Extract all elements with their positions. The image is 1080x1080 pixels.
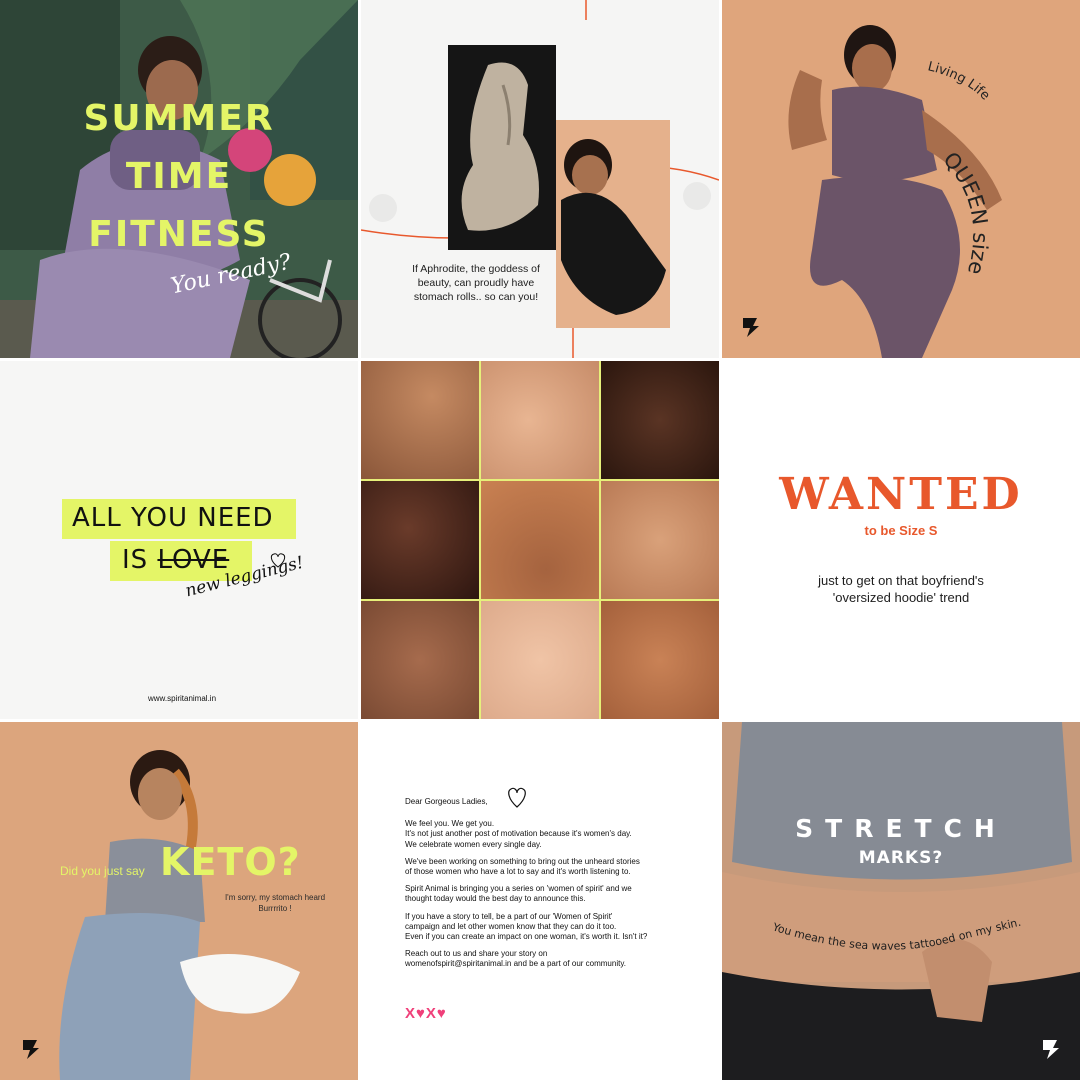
- post-skin-collage[interactable]: [361, 361, 719, 719]
- wanted-body-line1: just to get on that boyfriend's: [818, 573, 984, 588]
- love-line2: IS LOVE: [122, 545, 230, 575]
- statue-illustration: [448, 45, 556, 250]
- keto-note: I'm sorry, my stomach heard Burrrrito !: [224, 893, 326, 913]
- letter-body: Dear Gorgeous Ladies, We feel you. We ge…: [405, 797, 705, 977]
- stretch-curved-text: You mean the sea waves tattooed on my sk…: [770, 916, 1022, 953]
- letter-para-3: Spirit Animal is bringing you a series o…: [405, 884, 632, 904]
- website-url[interactable]: www.spiritanimal.in: [148, 694, 216, 703]
- queen-text-top: Living Life: [926, 60, 992, 103]
- post-wanted[interactable]: WANTED to be Size S just to get on that …: [722, 361, 1080, 719]
- wanted-body-line2: 'oversized hoodie' trend: [832, 590, 970, 605]
- skin-tile-1: [361, 361, 479, 479]
- woman-photo-aphrodite: [556, 120, 670, 328]
- skin-tile-2: [481, 361, 599, 479]
- skin-tile-6: [601, 481, 719, 599]
- letter-para-4: If you have a story to tell, be a part o…: [405, 911, 648, 942]
- keto-title: KETO?: [160, 840, 301, 884]
- skin-tile-4: [361, 481, 479, 599]
- svg-text:You mean the sea waves tattooe: You mean the sea waves tattooed on my sk…: [770, 916, 1022, 953]
- letter-para-5: Reach out to us and share your story on …: [405, 949, 626, 969]
- queen-curved-text: Living Life QUEEN size: [926, 60, 993, 277]
- letter-para-1: We feel you. We get you. It's not just a…: [405, 819, 632, 849]
- wanted-title: WANTED: [779, 469, 1023, 520]
- post-aphrodite[interactable]: If Aphrodite, the goddess of beauty, can…: [361, 0, 719, 358]
- statue-photo: [448, 45, 556, 250]
- letter-signoff: X♥X♥: [405, 1005, 447, 1022]
- stretch-subtitle: MARKS?: [858, 848, 944, 868]
- woman-illustration: [556, 120, 670, 328]
- instagram-grid: SUMMER TIME FITNESS You ready? If Aphrod…: [0, 0, 1080, 1080]
- post-all-you-need[interactable]: ALL YOU NEED IS LOVE new leggings! www.s…: [0, 361, 358, 719]
- love-line1: ALL YOU NEED: [72, 503, 274, 533]
- keto-question-prefix: Did you just say: [60, 864, 145, 878]
- post-summer-fitness[interactable]: SUMMER TIME FITNESS You ready?: [0, 0, 358, 358]
- post-letter[interactable]: Dear Gorgeous Ladies, We feel you. We ge…: [361, 722, 719, 1080]
- summer-headline-line2: TIME: [125, 156, 233, 197]
- spirit-logo-icon[interactable]: [1038, 1037, 1062, 1061]
- aphrodite-caption: If Aphrodite, the goddess of beauty, can…: [412, 263, 540, 303]
- skin-tile-8: [481, 601, 599, 719]
- skin-tile-9: [601, 601, 719, 719]
- skin-tile-7: [361, 601, 479, 719]
- spirit-logo-icon[interactable]: [18, 1037, 42, 1061]
- letter-greeting: Dear Gorgeous Ladies,: [405, 797, 488, 806]
- stretch-curved-text-path: You mean the sea waves tattooed on my sk…: [770, 916, 1022, 953]
- stretch-title: STRETCH: [795, 814, 1007, 843]
- summer-headline-line1: SUMMER: [83, 98, 275, 139]
- wanted-body: just to get on that boyfriend's 'oversiz…: [722, 572, 1080, 606]
- spirit-logo-icon[interactable]: [738, 315, 762, 339]
- post-stretch-marks[interactable]: STRETCH MARKS? You mean the sea waves ta…: [722, 722, 1080, 1080]
- post-queen-size[interactable]: Living Life QUEEN size: [722, 0, 1080, 358]
- skin-tile-3: [601, 361, 719, 479]
- svg-text:QUEEN size: QUEEN size: [939, 147, 993, 277]
- svg-text:Living Life: Living Life: [926, 60, 992, 103]
- queen-text-main: QUEEN size: [939, 147, 993, 277]
- post-keto[interactable]: Did you just say KETO? I'm sorry, my sto…: [0, 722, 358, 1080]
- summer-headline-line3: FITNESS: [88, 214, 270, 255]
- letter-para-2: We've been working on something to bring…: [405, 856, 640, 877]
- skin-tile-5: [481, 481, 599, 599]
- stretch-illustration: [722, 722, 1080, 1080]
- wanted-subtitle: to be Size S: [864, 523, 938, 538]
